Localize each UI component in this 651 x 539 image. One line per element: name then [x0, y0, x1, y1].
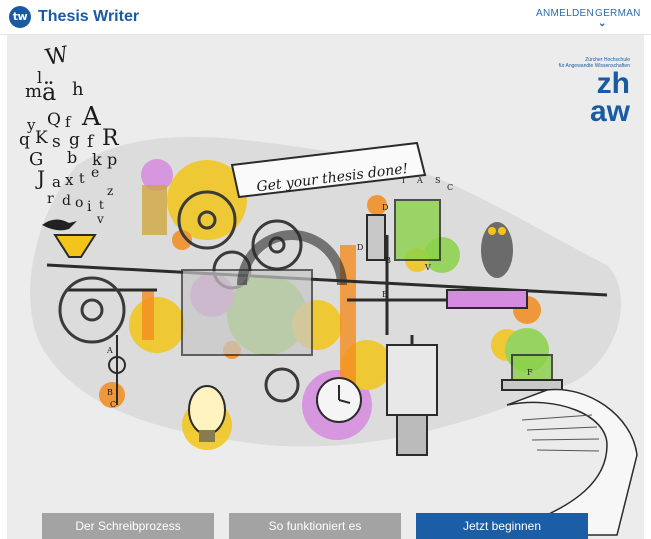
press-base	[396, 414, 428, 456]
login-link[interactable]: ANMELDEN	[536, 8, 594, 19]
writing-process-button[interactable]: Der Schreibprozess	[42, 513, 214, 539]
diagram-label: B	[107, 388, 113, 397]
zhaw-logo-zh: zh	[596, 67, 630, 100]
app-title[interactable]: Thesis Writer	[38, 8, 139, 26]
flying-letter: s	[52, 132, 61, 152]
zhaw-logo[interactable]: Zürcher Hochschule für Angewandte Wissen…	[550, 57, 630, 128]
flying-letter: b	[67, 148, 77, 167]
flying-letter: h	[72, 79, 84, 100]
flying-letter: x	[65, 171, 74, 189]
flying-letter: z	[107, 184, 113, 198]
top-navigation-bar: tw Thesis Writer ANMELDEN GERMAN⌄	[0, 0, 651, 35]
diagram-label: S	[435, 176, 440, 185]
owl-icon	[481, 222, 513, 278]
flying-letter: v	[96, 212, 104, 226]
flying-letter: K	[35, 128, 48, 148]
diagram-label: A	[416, 176, 423, 185]
diagram-label: C	[447, 183, 453, 192]
flying-letter: o	[75, 195, 83, 211]
thesis-machine-illustration: Get your thesis done! Wlm ä hy Qf Aq Ks g f RG b k…	[19, 42, 638, 536]
flying-letter: t	[79, 171, 85, 187]
press-apparatus	[386, 344, 438, 416]
language-selector[interactable]: GERMAN⌄	[595, 8, 651, 30]
flying-letter: f	[87, 132, 95, 152]
thesis-writer-logo-icon[interactable]: tw	[9, 6, 31, 28]
chevron-down-icon: ⌄	[598, 18, 607, 29]
flying-letter: a	[52, 173, 61, 191]
diagram-label: V	[424, 263, 431, 272]
flying-letter: R	[102, 126, 120, 151]
action-button-bar: Der Schreibprozess So funktioniert es Je…	[7, 513, 644, 539]
flying-letter: d	[62, 193, 71, 209]
diagram-label: B	[385, 256, 391, 265]
lightbulb-base	[199, 430, 215, 442]
flying-letter: q	[19, 130, 30, 150]
flying-letter: ä	[42, 78, 56, 106]
flask-apparatus	[394, 199, 441, 261]
flying-letter: f	[65, 113, 72, 131]
flying-letter: g	[69, 130, 80, 150]
diagram-label: C	[110, 400, 116, 409]
diagram-label: A	[106, 346, 113, 355]
start-now-button[interactable]: Jetzt beginnen	[416, 513, 588, 539]
how-it-works-button[interactable]: So funktioniert es	[229, 513, 401, 539]
cylinder-apparatus	[366, 214, 386, 261]
diagram-label: D	[382, 203, 388, 212]
diagram-label: I	[402, 176, 405, 185]
orange-column	[142, 290, 154, 340]
flying-letter: A	[81, 102, 102, 132]
zhaw-logo-aw: aw	[589, 95, 630, 128]
diagram-label: F	[527, 368, 533, 377]
yellow-blob	[129, 297, 185, 353]
flying-letter: e	[91, 165, 99, 181]
flying-letter: W	[44, 42, 71, 71]
flying-letter: J	[35, 166, 45, 190]
flying-letter: i	[87, 199, 92, 215]
pink-pipe	[446, 289, 528, 309]
diagram-label: D	[357, 243, 363, 252]
flying-letter: r	[47, 191, 54, 207]
flying-letter: p	[107, 150, 117, 169]
hero-illustration-area: Get your thesis done! WlmähyQfAqKsgfRGbk…	[7, 35, 644, 539]
pedestal-base	[501, 379, 563, 391]
diagram-label: E	[382, 290, 388, 299]
flying-letter: m	[25, 81, 42, 102]
flying-letter: Q	[47, 110, 61, 130]
flying-letter: t	[99, 198, 104, 212]
trumpet-icon	[142, 185, 167, 235]
lightbulb-icon	[188, 385, 226, 435]
